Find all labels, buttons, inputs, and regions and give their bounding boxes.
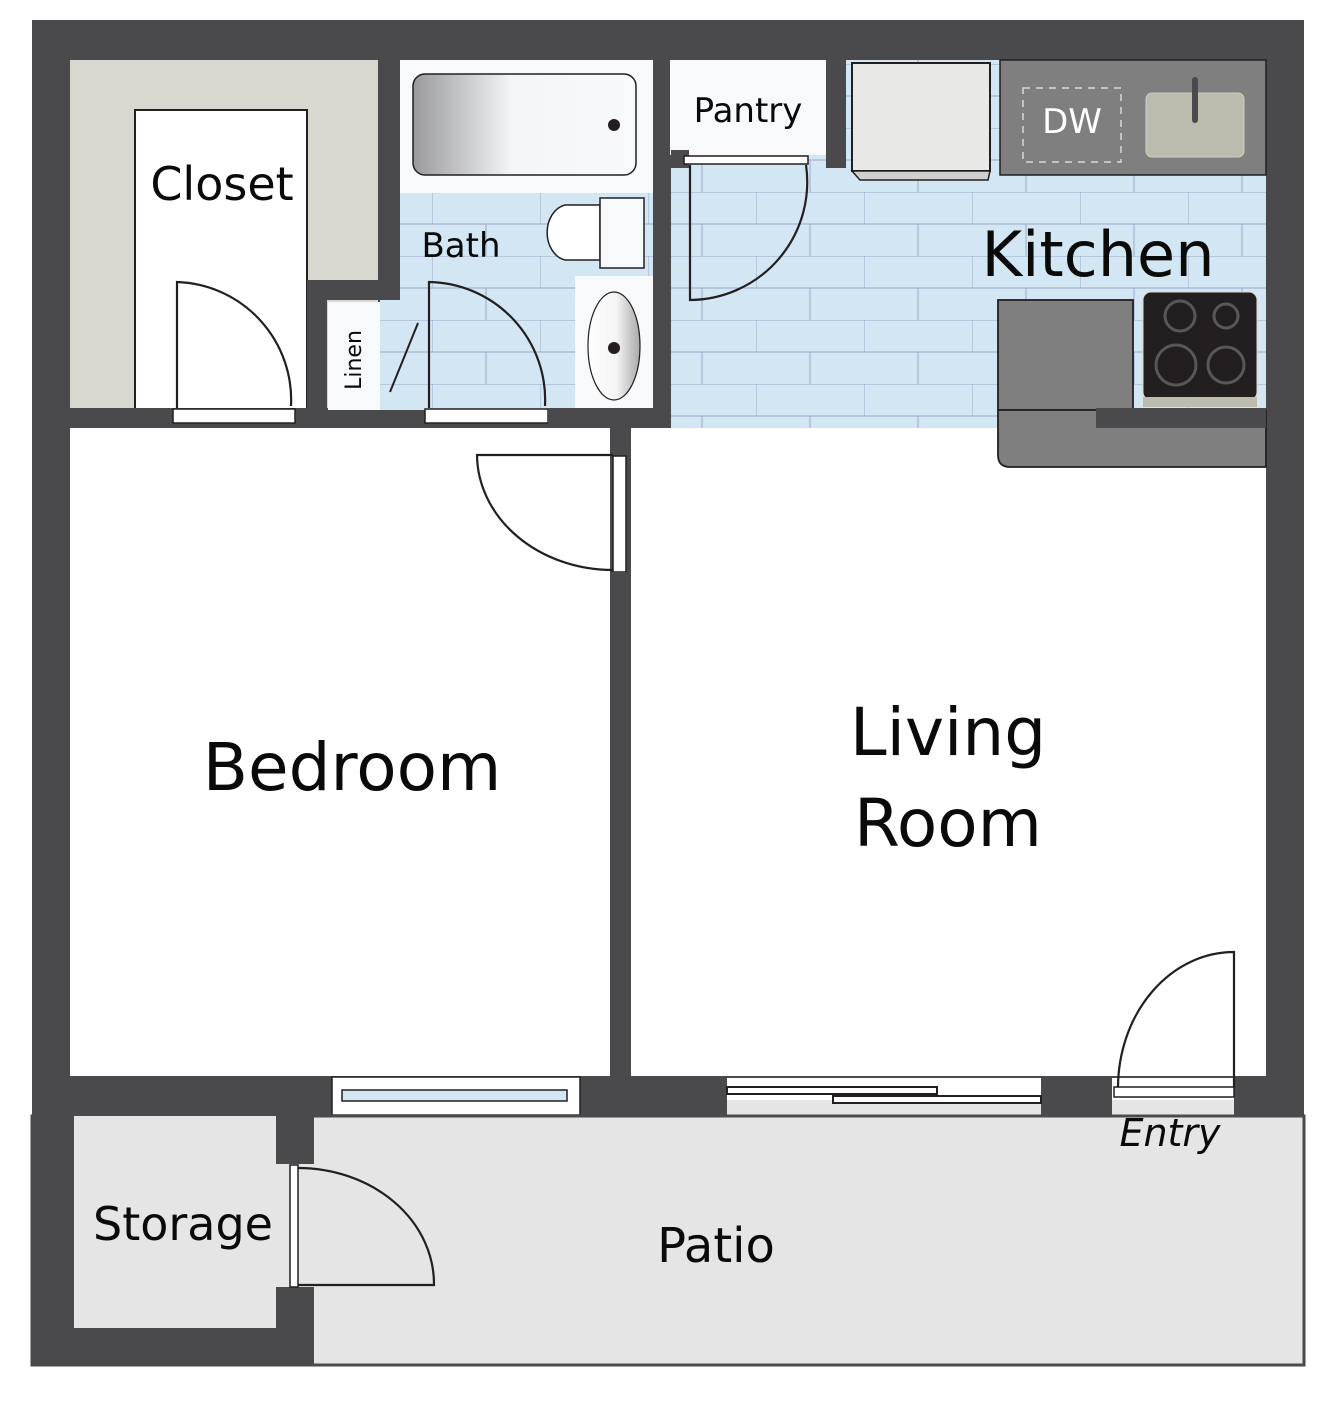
refrigerator — [851, 62, 991, 172]
kitchen-counter-lower — [997, 299, 1134, 411]
entry-label: Entry — [1119, 1111, 1221, 1155]
pantry-wall — [826, 60, 846, 168]
bath-door-sill — [424, 408, 549, 424]
bedroom-door-jamb — [612, 455, 627, 573]
storage-wall-right-top — [276, 1116, 314, 1164]
bedroom-window-glass — [341, 1089, 568, 1102]
bedroom-living-wall — [610, 572, 631, 1078]
floor-plan: Closet Linen Bath Pantry DW Kitchen Bedr… — [30, 20, 1306, 1367]
kitchen-half-wall — [1096, 408, 1266, 428]
linen-label: Linen — [342, 330, 367, 390]
bathtub — [412, 73, 637, 176]
cooktop — [1142, 291, 1258, 401]
closet-wall-strip — [307, 285, 327, 410]
cooktop-front — [1143, 397, 1257, 407]
refrigerator-door — [850, 170, 991, 181]
closet-walkin — [134, 109, 308, 411]
living-room-label-line1: Living — [850, 694, 1046, 771]
dishwasher-label: DW — [1042, 102, 1102, 142]
storage-wall-bottom — [32, 1328, 314, 1365]
sliding-door-panel-1 — [726, 1086, 938, 1095]
patio-label: Patio — [657, 1218, 775, 1274]
storage-wall-left — [32, 1116, 74, 1365]
toilet-bowl — [546, 204, 601, 261]
bathtub-drain-icon — [608, 119, 620, 131]
bath-linen-opening — [380, 300, 402, 410]
sliding-door-panel-2 — [832, 1095, 1042, 1104]
pantry-label: Pantry — [694, 91, 803, 131]
toilet-tank — [599, 197, 645, 269]
closet-door-sill — [172, 408, 296, 424]
bedroom-label: Bedroom — [203, 729, 502, 806]
bedroom-living-wall-top — [610, 428, 631, 456]
kitchen-label: Kitchen — [981, 218, 1214, 291]
pantry-door-sill — [683, 155, 809, 165]
entry-door-sill — [1113, 1086, 1235, 1098]
linen-wall — [307, 280, 400, 300]
storage-wall-right-bottom — [276, 1287, 314, 1365]
living-room-label-line2: Room — [854, 785, 1042, 862]
bath-sink-drain-icon — [608, 342, 620, 354]
bath-label: Bath — [421, 226, 500, 266]
bath-wall-right — [653, 60, 671, 428]
storage-label: Storage — [93, 1197, 273, 1251]
bath-wall-bottom-right — [548, 408, 653, 428]
closet-label: Closet — [150, 157, 293, 211]
storage-door-jamb — [289, 1164, 299, 1288]
closet-bath-wall — [378, 60, 400, 280]
